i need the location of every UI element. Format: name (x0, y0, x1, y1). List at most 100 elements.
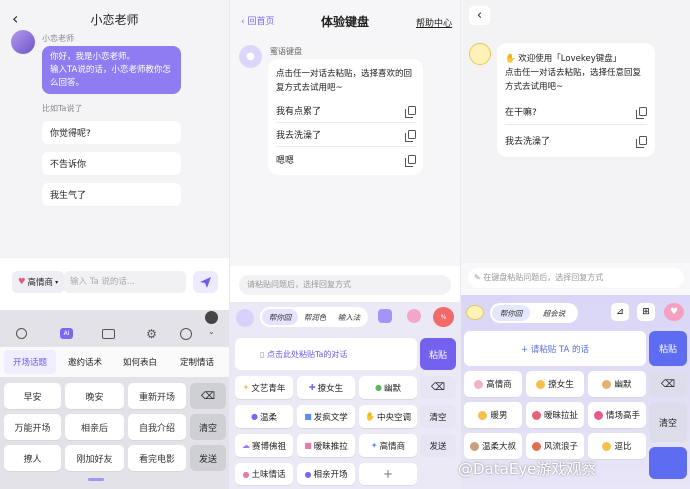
tab-opening-topic[interactable]: 开场话题 (4, 350, 56, 374)
mode-select-label: 高情商 (27, 278, 54, 288)
tab-smooth-talk[interactable]: 超会说 (533, 305, 575, 321)
send-key[interactable]: 发送 (420, 434, 456, 457)
sample-row[interactable]: 在干嘛? (505, 99, 647, 125)
style-key[interactable]: ☁ 赛博佛祖 (235, 434, 293, 457)
watermark: @DataEye游戏观察 (458, 460, 597, 478)
style-key[interactable]: ● 幽默 (359, 376, 417, 399)
sample-row[interactable]: 我去洗澡了 (505, 127, 647, 153)
bot-message: 你好，我是小恋老师。 输入TA说的话，小恋老师教你怎么回答。 (42, 46, 181, 94)
grid-icon[interactable]: ⊞ (637, 303, 655, 321)
suggestion-item[interactable]: 你觉得呢? (42, 121, 181, 144)
key[interactable]: 重新开场 (128, 383, 186, 409)
paste-hint[interactable]: ▯ 点击此处粘贴Ta的对话 (260, 349, 347, 360)
paste-input[interactable]: ✎ 在键盘粘贴问题后，选择回复方式 (468, 268, 684, 288)
backspace-icon: ⌫ (430, 382, 446, 393)
key[interactable]: 撩人 (4, 445, 61, 471)
backspace-key[interactable]: ⌫ (649, 371, 687, 397)
help-center-link[interactable]: 帮助中心 (416, 16, 452, 29)
style-key[interactable]: ● 土味情话 (235, 463, 293, 485)
key[interactable]: 早安 (4, 383, 61, 409)
paste-input[interactable]: 请粘贴问题后，选择回复方式 (239, 275, 451, 295)
style-key[interactable]: ✦ 高情商 (359, 434, 417, 457)
backspace-key[interactable]: ⌫ (190, 383, 226, 409)
sample-row[interactable]: 嗯嗯 (276, 147, 416, 171)
paste-button[interactable]: 粘贴 (649, 331, 687, 366)
style-key[interactable]: ✋ 中央空调 (359, 405, 417, 428)
tab-help-reply[interactable]: 帮你回 (262, 309, 298, 325)
heart-icon (474, 379, 484, 389)
key[interactable]: 自我介绍 (128, 414, 186, 440)
style-key[interactable]: ● 温柔 (235, 405, 293, 428)
style-key[interactable]: 暖男 (464, 402, 522, 428)
gear-icon[interactable]: ⚙ (145, 327, 158, 341)
clip-icon[interactable]: ⊿ (611, 303, 629, 321)
suggestion-item[interactable]: 不告诉你 (42, 152, 181, 175)
paper-plane-icon (200, 276, 211, 288)
key[interactable]: 看完电影 (128, 445, 186, 471)
copy-icon (636, 135, 647, 148)
emoji-icon[interactable] (16, 328, 27, 339)
back-button[interactable]: ‹ (469, 6, 490, 25)
intro-text: 点击任一对话去粘贴，选择任意回复方式去试用吧~ (505, 68, 642, 92)
tab-custom[interactable]: 定制情话 (169, 350, 225, 374)
key-label: 土味情话 (251, 470, 286, 480)
key[interactable]: 万能开场 (4, 414, 61, 440)
paste-area[interactable]: + 请粘贴 TA 的话 (464, 331, 646, 366)
style-key[interactable]: 温柔大叔 (464, 433, 522, 459)
style-key[interactable]: 暧昧拉扯 (526, 402, 584, 428)
ai-icon[interactable]: AI (60, 328, 73, 339)
sample-text: 我去洗澡了 (505, 136, 551, 147)
heart-icon[interactable]: ♥ (664, 303, 684, 321)
key-label: 发疯文学 (313, 412, 348, 423)
send-button[interactable] (193, 271, 218, 293)
tab-help-reply[interactable]: 帮你回 (492, 305, 530, 321)
gift-icon (531, 441, 541, 451)
style-key[interactable]: ✦ 文艺青年 (235, 376, 293, 399)
style-key[interactable]: 撩女生 (526, 371, 584, 397)
intro-text: 点击任一对话去粘贴，选择喜欢的回复方式去试用吧~ (276, 69, 413, 93)
style-key[interactable]: 逗比 (588, 433, 646, 459)
sample-row[interactable]: 我有点累了 (276, 99, 416, 123)
style-key[interactable]: ✚ 撩女生 (297, 376, 355, 399)
key[interactable]: 晚安 (65, 383, 124, 409)
translate-icon[interactable] (378, 309, 392, 323)
send-key[interactable] (649, 447, 687, 479)
style-key[interactable]: 情场高手 (588, 402, 646, 428)
key[interactable]: 刚加好友 (65, 445, 124, 471)
style-key[interactable]: 风流浪子 (526, 433, 584, 459)
style-key[interactable]: ● 相亲开场 (297, 463, 355, 485)
ghost-icon (236, 309, 254, 327)
tab-confess[interactable]: 如何表白 (114, 350, 166, 374)
tab-input-method[interactable]: 输入法 (332, 309, 366, 325)
welcome-label: 欢迎使用「Lovekey键盘」 (518, 54, 622, 64)
style-key[interactable]: ■ 暧昧推拉 (297, 434, 355, 457)
lips-icon (531, 410, 541, 420)
clear-key[interactable]: 清空 (649, 402, 687, 442)
key-label: 相亲开场 (313, 470, 348, 480)
key-label: 温柔 (259, 412, 277, 423)
sample-row[interactable]: 我去洗澡了 (276, 123, 416, 147)
tab-invite[interactable]: 邀约话术 (59, 350, 111, 374)
style-key[interactable]: 高情商 (464, 371, 522, 397)
wave-icon: ✋ (505, 54, 519, 64)
key-label: 高情商 (379, 441, 406, 452)
welcome-text: ✋ 欢迎使用「Lovekey键盘」 (505, 52, 621, 64)
mode-select[interactable]: ♥ 高情商 ▾ (12, 271, 64, 293)
add-style-key[interactable]: + (359, 463, 417, 485)
keyboard-icon[interactable] (102, 329, 115, 339)
sticker-icon[interactable] (407, 309, 421, 323)
style-key[interactable]: ■ 发疯文学 (297, 405, 355, 428)
collapse-chevron-icon[interactable]: ⌄ (208, 327, 215, 336)
clear-key[interactable]: 清空 (190, 414, 226, 440)
hot-badge-icon[interactable]: % (433, 307, 454, 327)
send-key[interactable]: 发送 (190, 445, 226, 471)
paste-button[interactable]: 粘贴 (420, 338, 456, 370)
globe-icon[interactable] (180, 328, 192, 340)
suggestion-item[interactable]: 我生气了 (42, 183, 181, 206)
key[interactable]: 相亲后 (65, 414, 124, 440)
clear-key[interactable]: 清空 (420, 405, 456, 428)
backspace-key[interactable]: ⌫ (420, 376, 456, 399)
message-input[interactable]: 输入 Ta 说的话... (64, 271, 186, 293)
tab-polish[interactable]: 帮润色 (299, 309, 331, 325)
style-key[interactable]: 幽默 (588, 371, 646, 397)
